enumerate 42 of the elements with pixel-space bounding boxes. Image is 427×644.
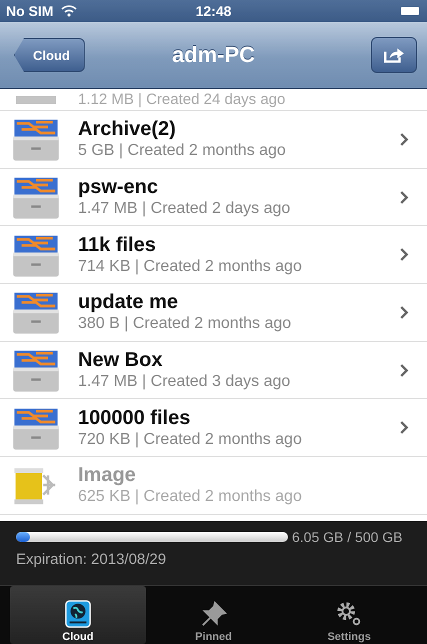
carrier-label: No SIM [6,3,54,19]
item-details: 1.12 MB | Created 24 days ago [78,91,286,108]
window-title: adm-PC [170,42,256,68]
tab[interactable]: Settings [281,586,418,644]
file-row[interactable]: 11k files 714 KB | Created 2 months ago [0,226,427,284]
battery-icon [401,6,421,16]
item-details: 720 KB | Created 2 months ago [78,430,303,449]
globe-drive-icon [64,600,92,628]
item-details: 714 KB | Created 2 months ago [78,258,303,276]
chevron-icon [400,421,409,434]
clock: 12:48 [194,3,232,19]
chevron-icon [400,364,409,377]
file-row[interactable]: Archive(2) 5 GB | Created 2 months ago [0,111,427,169]
tab[interactable]: Cloud [10,586,146,644]
item-details: 1.47 MB | Created 2 days ago [78,200,292,218]
item-details: 5 GB | Created 2 months ago [78,142,287,160]
file-row[interactable]: psw-enc 1.47 MB | Created 2 days ago [0,168,427,226]
expiration-label: Expiration: 2013/08/29 [16,551,168,568]
item-name: psw-enc [78,176,160,200]
back-button[interactable]: Cloud [14,38,85,72]
item-name: Archive(2) [78,118,177,142]
wifi-icon [61,5,78,17]
item-name: 11k files [78,234,157,257]
file-row[interactable]: update me 380 B | Created 2 months ago [0,284,427,342]
share-button[interactable] [371,37,417,73]
item-name: update me [78,291,180,314]
share-icon [383,46,405,64]
file-row[interactable]: New Box 1.47 MB | Created 3 days ago [0,342,427,400]
tab[interactable]: Pinned [146,586,282,644]
chevron-icon [400,306,409,319]
file-row[interactable]: 100000 files 720 KB | Created 2 months ago [0,399,427,458]
chevron-icon [400,248,409,262]
item-details: 1.47 MB | Created 3 days ago [78,373,292,392]
pin-icon [200,600,228,628]
item-name: New Box [78,349,164,372]
item-details: 625 KB | Created 2 months ago [78,488,303,506]
item-details: 380 B | Created 2 months ago [78,315,292,334]
chevron-icon [400,190,409,204]
item-name: Image [78,464,137,488]
item-name: 100000 files [78,406,192,430]
chevron-icon [400,132,409,146]
storage-reading: 6.05 GB / 500 GB [292,529,403,545]
